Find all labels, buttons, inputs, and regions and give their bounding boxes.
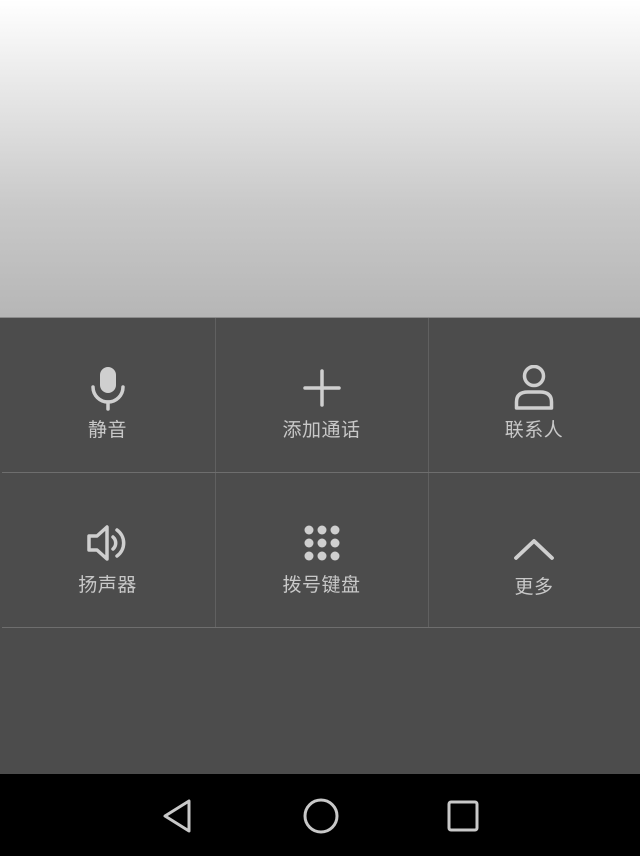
add-call-label: 添加通话 bbox=[282, 419, 361, 441]
speaker-button[interactable]: 扬声器 bbox=[0, 473, 215, 627]
call-controls-grid: 静音 添加通话 联系人 扬声器 拨号键盘 更多 bbox=[0, 318, 640, 628]
microphone-icon bbox=[84, 364, 132, 412]
in-call-screen: 静音 添加通话 联系人 扬声器 拨号键盘 更多 bbox=[0, 0, 640, 856]
back-button[interactable] bbox=[157, 796, 197, 836]
mute-label: 静音 bbox=[87, 419, 127, 441]
home-circle-icon bbox=[303, 798, 339, 834]
recents-square-icon bbox=[447, 800, 479, 832]
contacts-button[interactable]: 联系人 bbox=[428, 318, 640, 472]
dialpad-label: 拨号键盘 bbox=[282, 574, 361, 596]
chevron-up-icon bbox=[510, 525, 558, 573]
home-button[interactable] bbox=[301, 796, 341, 836]
system-navigation-bar bbox=[0, 774, 640, 856]
recents-button[interactable] bbox=[443, 796, 483, 836]
more-button[interactable]: 更多 bbox=[428, 473, 640, 627]
back-triangle-icon bbox=[163, 799, 191, 833]
caller-info-area bbox=[0, 0, 640, 317]
dialpad-icon bbox=[298, 519, 346, 567]
dialpad-button[interactable]: 拨号键盘 bbox=[215, 473, 428, 627]
speaker-icon bbox=[84, 519, 132, 567]
contacts-label: 联系人 bbox=[504, 419, 564, 441]
speaker-label: 扬声器 bbox=[78, 574, 137, 596]
add-call-button[interactable]: 添加通话 bbox=[215, 318, 428, 472]
empty-panel-area bbox=[0, 628, 640, 774]
more-label: 更多 bbox=[514, 576, 554, 598]
person-icon bbox=[510, 364, 558, 412]
plus-icon bbox=[298, 364, 346, 412]
mute-button[interactable]: 静音 bbox=[0, 318, 215, 472]
